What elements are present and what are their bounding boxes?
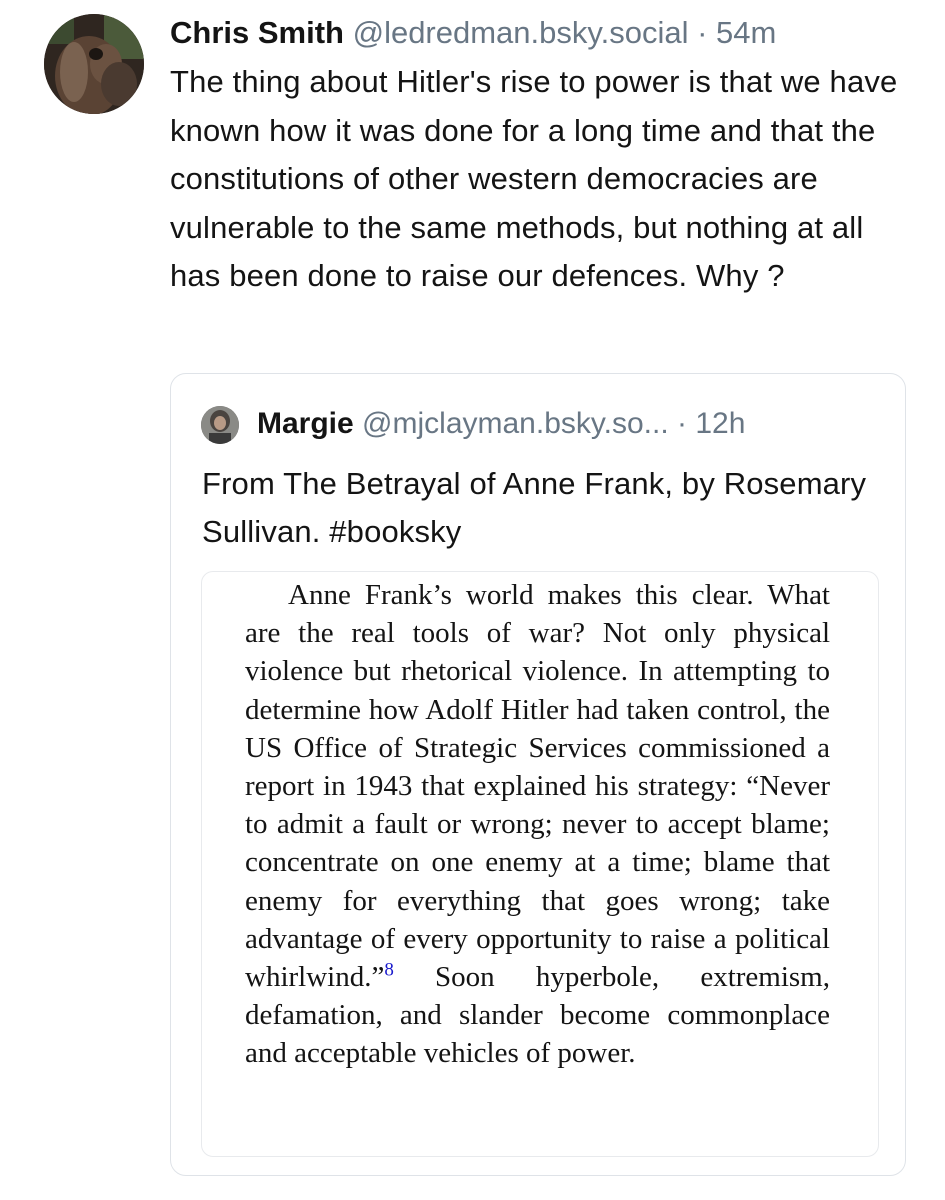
quote-avatar-image (201, 406, 239, 444)
post: Chris Smith @ledredman.bsky.social · 54m… (170, 8, 910, 301)
post-body: The thing about Hitler's rise to power i… (170, 64, 898, 293)
quote-separator-dot: · (677, 407, 688, 440)
post-timestamp[interactable]: 54m (716, 15, 776, 50)
author-avatar-image (44, 14, 144, 114)
quote-author-avatar[interactable] (201, 406, 239, 444)
quote-author-handle[interactable]: @mjclayman.bsky.so... (362, 407, 669, 440)
book-excerpt-image[interactable]: Anne Frank’s world makes this clear. Wha… (201, 571, 879, 1157)
quote-body: From The Betrayal of Anne Frank, by Rose… (202, 466, 867, 549)
quote-header: Margie @mjclayman.bsky.so... · 12h (257, 400, 745, 448)
author-name[interactable]: Chris Smith (170, 15, 344, 50)
post-header: Chris Smith @ledredman.bsky.social · 54m (170, 8, 910, 58)
quote-author-name[interactable]: Margie (257, 407, 354, 440)
separator-dot: · (697, 15, 708, 50)
author-handle[interactable]: @ledredman.bsky.social (353, 15, 689, 50)
author-avatar[interactable] (44, 14, 144, 114)
quote-timestamp[interactable]: 12h (695, 407, 745, 440)
book-excerpt-text: Anne Frank’s world makes this clear. Wha… (245, 576, 830, 1073)
book-excerpt-main: Anne Frank’s world makes this clear. Wha… (245, 579, 830, 994)
quoted-post-card[interactable]: Margie @mjclayman.bsky.so... · 12h From … (170, 373, 906, 1176)
footnote-marker: 8 (384, 959, 394, 981)
